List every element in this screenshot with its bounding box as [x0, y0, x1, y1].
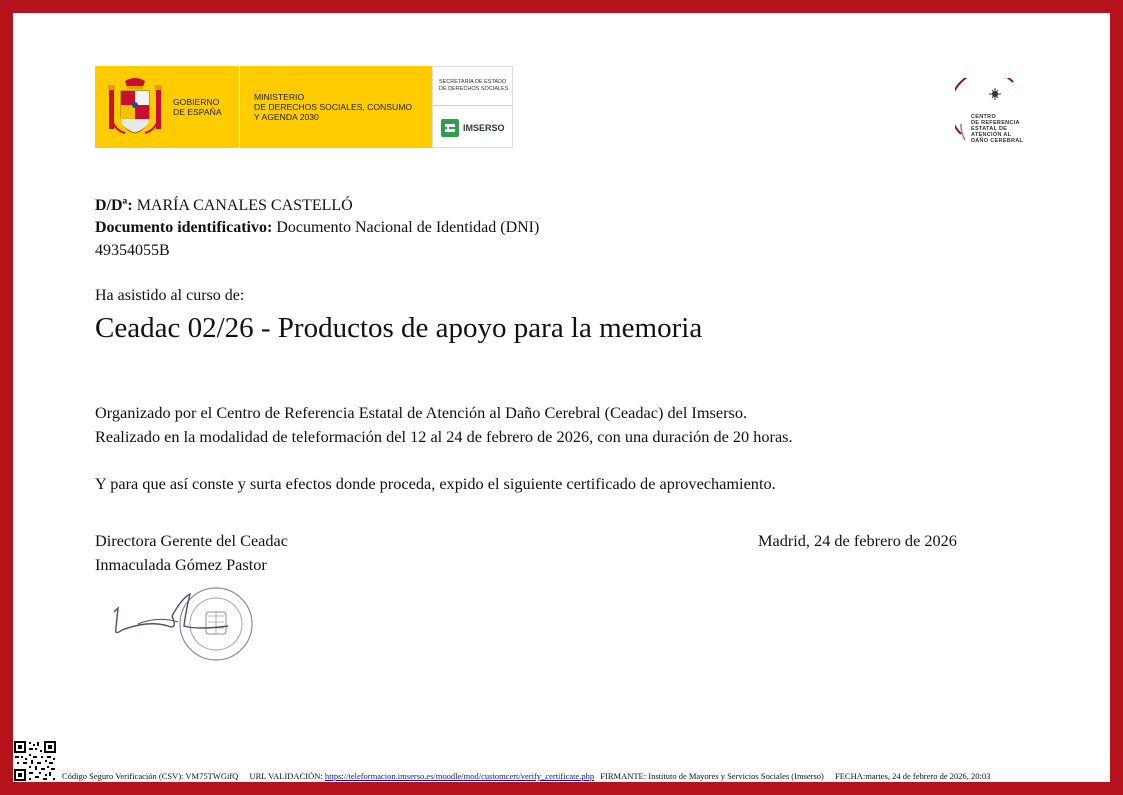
imserso-logo: IMSERSO	[441, 119, 505, 137]
fecha-value: martes, 24 de febrero de 2026, 20:03	[865, 771, 991, 781]
name-label: D/Dª:	[95, 197, 133, 214]
firmante-value: Instituto de Mayores y Servicios Sociale…	[648, 771, 824, 781]
signature-seal-image	[113, 587, 253, 661]
ceadac-logo: CENTRO DE REFERENCIA ESTATAL DE ATENCIÓN…	[949, 70, 1035, 144]
realized-text: Realizado en la modalidad de teleformaci…	[95, 427, 793, 446]
coat-of-arms-icon	[108, 78, 162, 134]
government-logo: GOBIERNO DE ESPAÑA MINISTERIO DE DERECHO…	[95, 66, 513, 148]
document-label: Documento identificativo:	[95, 219, 273, 236]
signatory-role: Directora Gerente del Ceadac	[95, 531, 288, 550]
organized-text: Organizado por el Centro de Referencia E…	[95, 403, 748, 422]
firmante-label: FIRMANTE:	[600, 771, 647, 781]
logo-divider	[239, 66, 240, 148]
imserso-divider	[433, 105, 512, 106]
imserso-wordmark: IMSERSO	[463, 123, 505, 133]
verification-footer: Código Seguro Verificación (CSV): VM75TW…	[62, 771, 990, 781]
qr-code-icon	[13, 740, 57, 782]
url-label: URL VALIDACIÓN:	[249, 771, 323, 781]
course-intro: Ha asistido al curso de:	[95, 287, 245, 304]
ceadac-text: CENTRO DE REFERENCIA ESTATAL DE ATENCIÓN…	[971, 114, 1024, 144]
place-date: Madrid, 24 de febrero de 2026	[758, 531, 957, 550]
verification-link[interactable]: https://teleformacion.imserso.es/moodle/…	[325, 771, 594, 781]
csv-label: Código Seguro Verificación (CSV):	[62, 771, 184, 781]
document-number: 49354055B	[95, 242, 170, 259]
imserso-block: SECRETARÍA DE ESTADO DE DERECHOS SOCIALE…	[432, 66, 513, 148]
ministerio-text: MINISTERIO DE DERECHOS SOCIALES, CONSUMO…	[254, 92, 413, 122]
secretaria-text: SECRETARÍA DE ESTADO DE DERECHOS SOCIALE…	[439, 79, 509, 92]
recipient-name-row: D/Dª: MARÍA CANALES CASTELLÓ	[95, 197, 353, 215]
document-type: Documento Nacional de Identidad (DNI)	[276, 219, 540, 236]
conste-text: Y para que así conste y surta efectos do…	[95, 474, 776, 493]
signatory-name: Inmaculada Gómez Pastor	[95, 555, 267, 574]
gov-yellow-block: GOBIERNO DE ESPAÑA MINISTERIO DE DERECHO…	[95, 66, 432, 148]
fecha-label: FECHA:	[835, 771, 866, 781]
document-row: Documento identificativo: Documento Naci…	[95, 219, 539, 237]
course-title: Ceadac 02/26 - Productos de apoyo para l…	[95, 312, 703, 344]
csv-value: VM75TWGifQ	[185, 771, 239, 781]
gobierno-espana-text: GOBIERNO DE ESPAÑA	[173, 97, 222, 117]
imserso-icon	[441, 119, 459, 137]
recipient-name: MARÍA CANALES CASTELLÓ	[136, 197, 353, 214]
